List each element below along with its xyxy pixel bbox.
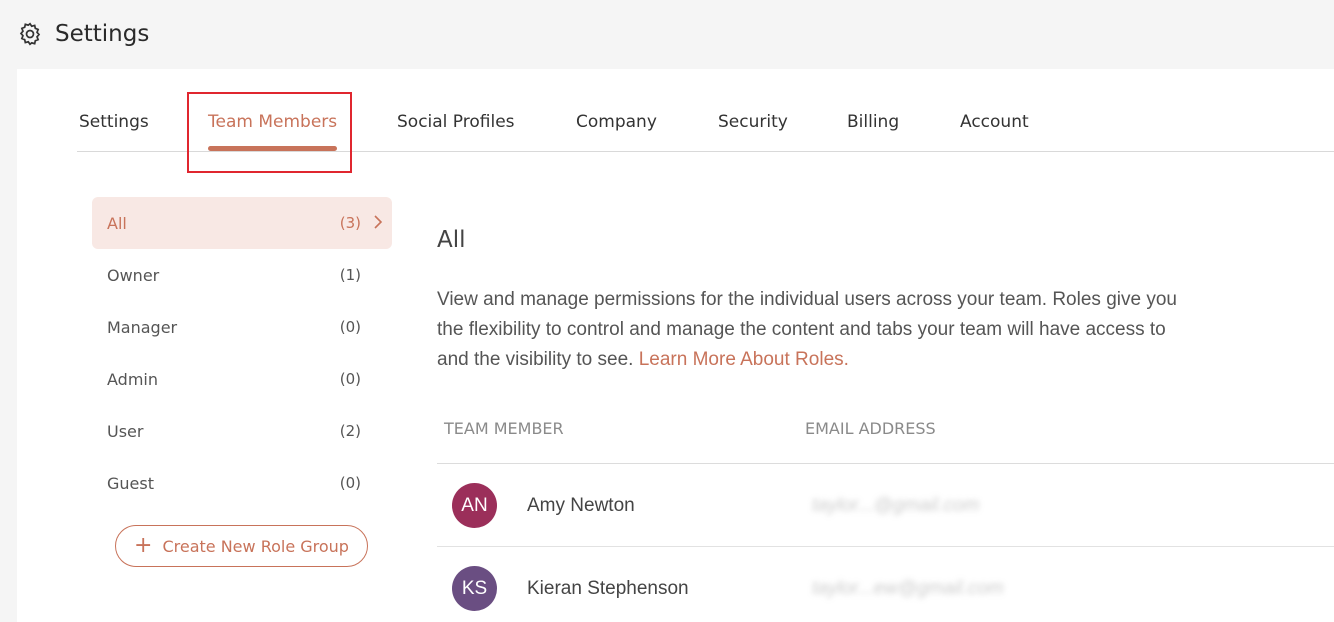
role-label: Manager: [107, 317, 178, 337]
page-header: Settings: [0, 0, 1334, 68]
table-header: TEAM MEMBER EMAIL ADDRESS: [437, 409, 1334, 464]
member-name: Amy Newton: [527, 495, 635, 516]
role-label: Guest: [107, 473, 154, 493]
member-name: Kieran Stephenson: [527, 578, 689, 599]
column-header-team-member: TEAM MEMBER: [444, 419, 564, 438]
role-count: (2): [339, 422, 361, 440]
highlight-box: [187, 92, 352, 173]
tab-security[interactable]: Security: [718, 112, 788, 132]
page-title: Settings: [55, 21, 150, 47]
column-header-email: EMAIL ADDRESS: [805, 419, 936, 438]
role-item-guest[interactable]: Guest (0): [92, 457, 392, 509]
role-list: All (3) Owner (1) Manager (0) Admin (0) …: [92, 197, 392, 509]
settings-card: Settings Team Members Social Profiles Co…: [17, 69, 1334, 622]
member-email: taylor...@gmail.com: [812, 495, 980, 516]
role-label: User: [107, 421, 144, 441]
table-row[interactable]: KS Kieran Stephenson taylor...ew@gmail.c…: [437, 548, 1334, 622]
plus-icon: +: [134, 533, 153, 558]
member-email: taylor...ew@gmail.com: [812, 578, 1004, 599]
role-item-all[interactable]: All (3): [92, 197, 392, 249]
tab-account[interactable]: Account: [960, 112, 1029, 132]
content-description: View and manage permissions for the indi…: [437, 285, 1197, 375]
role-count: (0): [339, 474, 361, 492]
create-role-group-button[interactable]: + Create New Role Group: [115, 525, 368, 567]
learn-more-link[interactable]: Learn More About Roles.: [639, 349, 849, 370]
content-heading: All: [437, 227, 466, 253]
role-item-owner[interactable]: Owner (1): [92, 249, 392, 301]
role-label: Owner: [107, 265, 160, 285]
avatar: KS: [452, 566, 497, 611]
tab-settings[interactable]: Settings: [79, 112, 149, 132]
team-content: All View and manage permissions for the …: [437, 219, 1334, 611]
role-item-manager[interactable]: Manager (0): [92, 301, 392, 353]
role-count: (1): [339, 266, 361, 284]
role-label: Admin: [107, 369, 158, 389]
role-label: All: [107, 213, 127, 233]
role-count: (0): [339, 370, 361, 388]
tab-billing[interactable]: Billing: [847, 112, 899, 132]
tab-social-profiles[interactable]: Social Profiles: [397, 112, 515, 132]
tab-company[interactable]: Company: [576, 112, 657, 132]
table-row[interactable]: AN Amy Newton taylor...@gmail.com: [437, 465, 1334, 547]
gear-icon: [17, 21, 43, 47]
avatar: AN: [452, 483, 497, 528]
role-item-admin[interactable]: Admin (0): [92, 353, 392, 405]
role-count: (3): [339, 214, 361, 232]
role-item-user[interactable]: User (2): [92, 405, 392, 457]
role-count: (0): [339, 318, 361, 336]
create-role-group-label: Create New Role Group: [162, 536, 349, 556]
chevron-right-icon: [374, 215, 383, 229]
